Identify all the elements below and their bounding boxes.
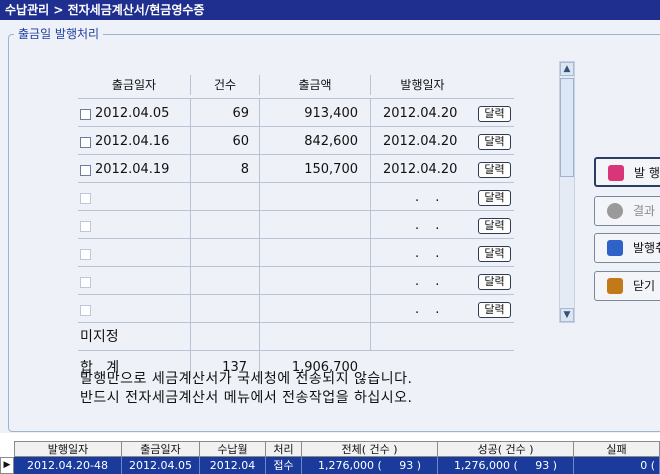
row-issue-date[interactable]: . . (415, 187, 445, 209)
row-issue-date[interactable]: 2012.04.20 (383, 103, 457, 125)
header-amount: 출금액 (298, 78, 332, 92)
row-issue-date[interactable]: . . (415, 215, 445, 237)
header-underline (78, 98, 514, 99)
bottom-cell[interactable]: 1,276,000 ( 93 ) (302, 457, 438, 474)
main-panel: 출금일 발행처리 출금일자 건수 출금액 발행일자 2012.04.05 69 … (0, 20, 660, 433)
row-separator (78, 210, 514, 211)
row-withdraw-date: 2012.04.19 (95, 162, 170, 177)
result-table: ▶ 발행일자 출금일자 수납월 처리 전체( 건수 ) 성공( 건수 ) 실패 … (0, 433, 660, 474)
group-title: 출금일 발행처리 (14, 25, 104, 42)
scroll-thumb[interactable] (560, 78, 574, 177)
window-title: 수납관리 > 전자세금계산서/현금영수증 (0, 0, 660, 20)
row-checkbox[interactable] (80, 249, 91, 260)
row-separator (78, 322, 514, 323)
scroll-up-icon[interactable]: ▲ (560, 62, 574, 76)
row-amount: 842,600 (304, 134, 358, 149)
row-amount: 150,700 (304, 162, 358, 177)
unassigned-label: 미지정 (80, 329, 119, 345)
issue-button[interactable]: 발 행 (594, 157, 660, 187)
bottom-cell[interactable]: 1,276,000 ( 93 ) (438, 457, 574, 474)
issue-icon (608, 165, 624, 181)
column-divider (370, 98, 371, 350)
row-checkbox[interactable] (80, 109, 91, 120)
bottom-cell[interactable]: 2012.04 (200, 457, 266, 474)
cancel-issue-icon (607, 240, 623, 256)
bottom-header: 출금일자 (122, 441, 200, 457)
row-issue-date[interactable]: . . (415, 299, 445, 321)
row-separator (78, 154, 514, 155)
vertical-scrollbar[interactable]: ▲ ▼ (559, 61, 575, 323)
bottom-header: 성공( 건수 ) (438, 441, 574, 457)
row-count: 69 (232, 106, 249, 121)
result-button-label: 결과 (633, 204, 656, 218)
row-separator (78, 294, 514, 295)
row-withdraw-date: 2012.04.05 (95, 106, 170, 121)
row-withdraw-date: 2012.04.16 (95, 134, 170, 149)
row-checkbox[interactable] (80, 221, 91, 232)
row-separator (78, 350, 514, 351)
door-icon (607, 278, 623, 294)
calendar-button[interactable]: 달력 (478, 274, 511, 290)
calendar-button[interactable]: 달력 (478, 190, 511, 206)
row-separator (78, 182, 514, 183)
cancel-issue-button[interactable]: 발행취 (594, 233, 660, 263)
row-checkbox[interactable] (80, 305, 91, 316)
bottom-header: 발행일자 (14, 441, 122, 457)
calendar-button[interactable]: 달력 (478, 162, 511, 178)
bottom-header: 전체( 건수 ) (302, 441, 438, 457)
result-icon (607, 203, 623, 219)
header-issue-date: 발행일자 (400, 78, 445, 92)
row-count: 60 (232, 134, 249, 149)
calendar-button[interactable]: 달력 (478, 246, 511, 262)
header-count: 건수 (213, 78, 237, 92)
row-separator (78, 238, 514, 239)
row-checkbox[interactable] (80, 165, 91, 176)
bottom-cell[interactable]: 접수 (266, 457, 302, 474)
close-button[interactable]: 닫기 (594, 271, 660, 301)
row-count: 8 (240, 162, 249, 177)
calendar-button[interactable]: 달력 (478, 106, 511, 122)
notice-line-2: 반드시 전자세금계산서 메뉴에서 전송작업을 하십시오. (80, 390, 413, 406)
row-checkbox[interactable] (80, 277, 91, 288)
calendar-button[interactable]: 달력 (478, 134, 511, 150)
issue-button-label: 발 행 (634, 166, 660, 180)
row-issue-date[interactable]: . . (415, 243, 445, 265)
row-separator (78, 266, 514, 267)
row-issue-date[interactable]: 2012.04.20 (383, 159, 457, 181)
row-indicator-icon: ▶ (0, 457, 14, 474)
result-button[interactable]: 결과 (594, 196, 660, 226)
bottom-header: 수납월 (200, 441, 266, 457)
calendar-button[interactable]: 달력 (478, 218, 511, 234)
bottom-cell[interactable]: 2012.04.05 (122, 457, 200, 474)
row-issue-date[interactable]: 2012.04.20 (383, 131, 457, 153)
row-amount: 913,400 (304, 106, 358, 121)
bottom-cell[interactable]: 2012.04.20-48 (14, 457, 122, 474)
bottom-cell[interactable]: 0 ( (574, 457, 660, 474)
row-issue-date[interactable]: . . (415, 271, 445, 293)
cancel-issue-button-label: 발행취 (633, 241, 660, 255)
bottom-header: 처리 (266, 441, 302, 457)
header-withdraw-date: 출금일자 (111, 78, 157, 92)
bottom-header: 실패 (574, 441, 660, 457)
scroll-down-icon[interactable]: ▼ (560, 308, 574, 322)
notice-line-1: 발행만으로 세금계산서가 국세청에 전송되지 않습니다. (80, 371, 413, 387)
row-checkbox[interactable] (80, 193, 91, 204)
close-button-label: 닫기 (633, 279, 656, 293)
calendar-button[interactable]: 달력 (478, 302, 511, 318)
row-separator (78, 126, 514, 127)
row-checkbox[interactable] (80, 137, 91, 148)
